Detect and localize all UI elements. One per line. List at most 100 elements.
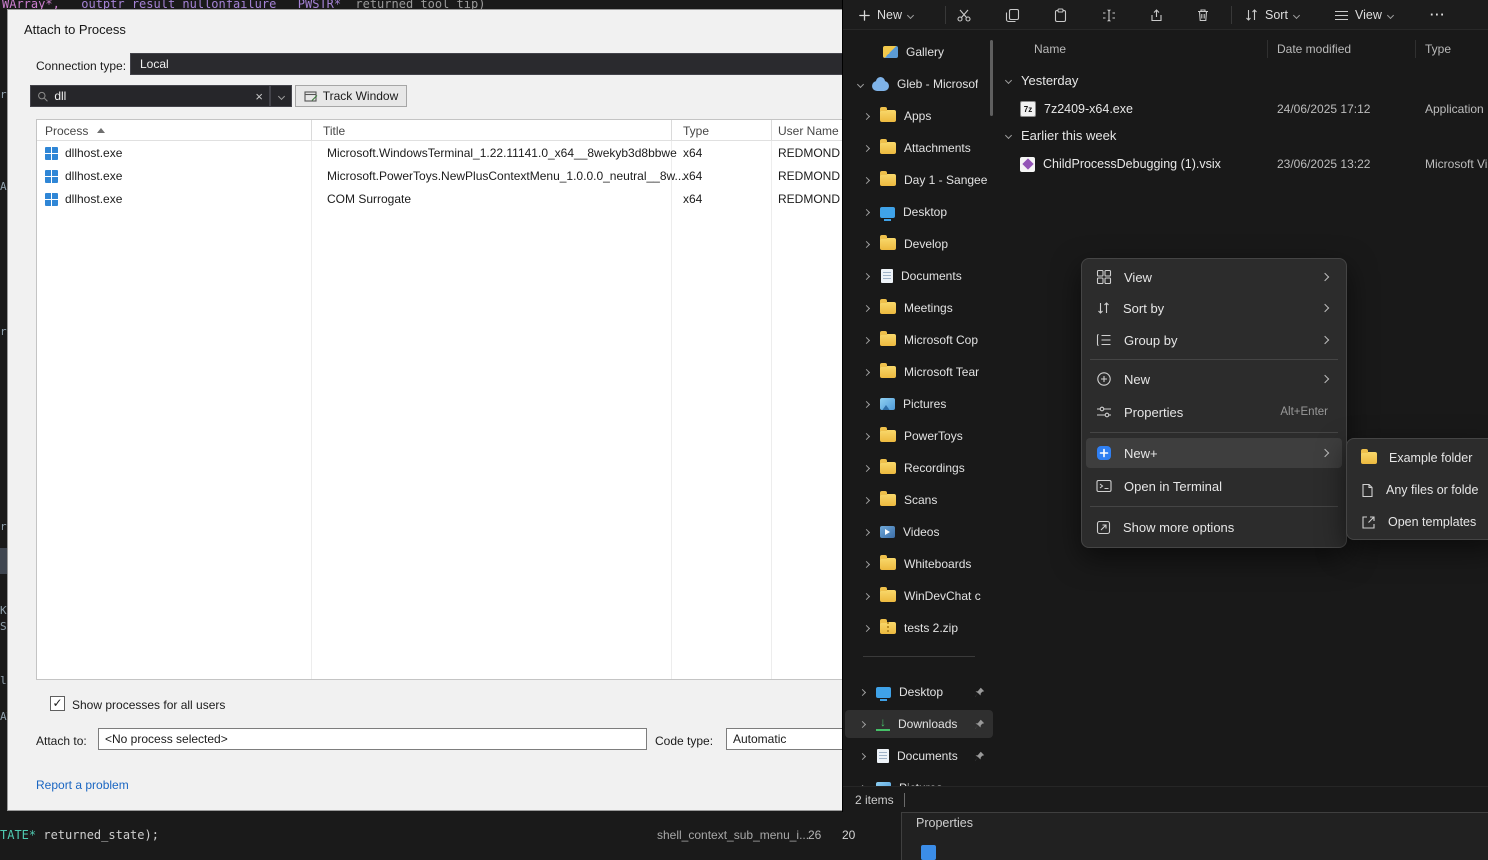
chevron-right-icon[interactable]: [863, 368, 870, 375]
connection-type-combobox[interactable]: Local: [130, 53, 890, 75]
column-type[interactable]: Type: [1425, 42, 1451, 56]
submenu-item-open-templates[interactable]: Open templates: [1351, 507, 1488, 537]
menu-item-sort-by[interactable]: Sort by: [1086, 293, 1342, 323]
nav-item-videos[interactable]: Videos: [845, 518, 993, 546]
nav-item-pinned-desktop[interactable]: Desktop: [845, 678, 993, 706]
chevron-right-icon[interactable]: [863, 144, 870, 151]
column-process[interactable]: Process: [45, 124, 88, 138]
more-options-button[interactable]: ···: [1423, 3, 1453, 27]
attach-to-input[interactable]: [105, 732, 640, 746]
chevron-right-icon[interactable]: [863, 336, 870, 343]
nav-item-onedrive[interactable]: Gleb - Microsof: [845, 70, 993, 98]
menu-separator: [1090, 359, 1338, 360]
nav-item-meetings[interactable]: Meetings: [845, 294, 993, 322]
menu-item-new-plus[interactable]: New+: [1086, 438, 1342, 468]
report-problem-link[interactable]: Report a problem: [36, 778, 129, 792]
chevron-right-icon[interactable]: [863, 528, 870, 535]
nav-item-scans[interactable]: Scans: [845, 486, 993, 514]
chevron-right-icon[interactable]: [859, 688, 866, 695]
chevron-right-icon[interactable]: [863, 176, 870, 183]
submenu-item-example-folder[interactable]: Example folder: [1351, 443, 1488, 473]
file-row-vsix[interactable]: ChildProcessDebugging (1).vsix: [1020, 151, 1221, 177]
file-row-7z[interactable]: 7z 7z2409-x64.exe: [1020, 96, 1133, 122]
column-user-name[interactable]: User Name: [778, 124, 839, 138]
clear-filter-icon[interactable]: ×: [255, 89, 263, 104]
chevron-right-icon[interactable]: [863, 208, 870, 215]
nav-item-desktop[interactable]: Desktop: [845, 198, 993, 226]
nav-item-windevchat[interactable]: WinDevChat c: [845, 582, 993, 610]
chevron-down-icon[interactable]: [1005, 76, 1012, 83]
process-table[interactable]: Process Title Type User Name dllhost.exe…: [36, 119, 906, 680]
nav-item-documents[interactable]: Documents: [845, 262, 993, 290]
chevron-right-icon[interactable]: [863, 624, 870, 631]
paste-button[interactable]: [1046, 3, 1075, 27]
chevron-right-icon[interactable]: [863, 304, 870, 311]
nav-item-tests-zip[interactable]: tests 2.zip: [845, 614, 993, 642]
column-date-modified[interactable]: Date modified: [1277, 42, 1351, 56]
nav-item-apps[interactable]: Apps: [845, 102, 993, 130]
column-name[interactable]: Name: [1034, 42, 1066, 56]
process-filter-input-box[interactable]: ×: [30, 85, 270, 107]
nav-item-pinned-documents[interactable]: Documents: [845, 742, 993, 770]
menu-item-view[interactable]: View: [1086, 262, 1342, 292]
table-row[interactable]: dllhost.exe Microsoft.WindowsTerminal_1.…: [37, 142, 905, 165]
menu-item-open-in-terminal[interactable]: Open in Terminal: [1086, 471, 1342, 501]
nav-item-powertoys[interactable]: PowerToys: [845, 422, 993, 450]
attach-to-field[interactable]: [98, 728, 647, 750]
chevron-right-icon[interactable]: [863, 400, 870, 407]
menu-label: Group by: [1124, 333, 1177, 348]
chevron-down-icon[interactable]: [1005, 131, 1012, 138]
group-header-earlier[interactable]: Earlier this week: [1006, 125, 1116, 145]
submenu-item-any-files[interactable]: Any files or folde: [1351, 475, 1488, 505]
menu-item-properties[interactable]: Properties Alt+Enter: [1086, 397, 1342, 427]
chevron-right-icon[interactable]: [863, 592, 870, 599]
menu-item-group-by[interactable]: Group by: [1086, 325, 1342, 355]
chevron-right-icon[interactable]: [859, 720, 866, 727]
cut-button[interactable]: [949, 3, 979, 27]
chevron-right-icon[interactable]: [863, 112, 870, 119]
nav-item-attachments[interactable]: Attachments: [845, 134, 993, 162]
chevron-right-icon[interactable]: [863, 240, 870, 247]
chevron-right-icon[interactable]: [863, 464, 870, 471]
nav-item-microsoft-cop[interactable]: Microsoft Cop: [845, 326, 993, 354]
delete-button[interactable]: [1189, 3, 1217, 27]
menu-label: View: [1124, 270, 1152, 285]
nav-item-pinned-downloads[interactable]: ↓ Downloads: [845, 710, 993, 738]
new-button[interactable]: New: [851, 3, 920, 27]
chevron-right-icon[interactable]: [863, 432, 870, 439]
menu-shortcut: Alt+Enter: [1280, 406, 1328, 418]
show-all-users-checkbox[interactable]: [50, 696, 65, 711]
column-type[interactable]: Type: [683, 124, 709, 138]
nav-item-whiteboards[interactable]: Whiteboards: [845, 550, 993, 578]
rename-button[interactable]: [1094, 3, 1124, 27]
table-row[interactable]: dllhost.exe COM Surrogate x64 REDMOND: [37, 188, 905, 211]
document-icon: [881, 269, 893, 283]
sort-button[interactable]: Sort: [1237, 3, 1306, 27]
chevron-right-icon[interactable]: [863, 496, 870, 503]
chevron-down-icon[interactable]: [857, 80, 864, 87]
table-row[interactable]: dllhost.exe Microsoft.PowerToys.NewPlusC…: [37, 165, 905, 188]
nav-item-recordings[interactable]: Recordings: [845, 454, 993, 482]
nav-item-day1[interactable]: Day 1 - Sangee: [845, 166, 993, 194]
nav-item-microsoft-tear[interactable]: Microsoft Tear: [845, 358, 993, 386]
nav-item-gallery[interactable]: Gallery: [845, 38, 993, 66]
track-window-button[interactable]: Track Window: [295, 85, 407, 107]
menu-item-show-more-options[interactable]: Show more options: [1086, 512, 1342, 542]
nav-scrollbar[interactable]: [990, 40, 993, 116]
process-table-header[interactable]: Process Title Type User Name: [37, 120, 905, 141]
nav-item-develop[interactable]: Develop: [845, 230, 993, 258]
view-button[interactable]: View: [1327, 3, 1400, 27]
filter-dropdown-button[interactable]: [270, 85, 292, 107]
share-button[interactable]: [1142, 3, 1171, 27]
column-title[interactable]: Title: [323, 124, 345, 138]
chevron-right-icon[interactable]: [863, 272, 870, 279]
desktop-icon: [880, 207, 895, 218]
group-header-yesterday[interactable]: Yesterday: [1006, 70, 1078, 90]
search-icon: [37, 90, 48, 103]
process-filter-input[interactable]: [54, 89, 251, 103]
nav-item-pictures[interactable]: Pictures: [845, 390, 993, 418]
copy-button[interactable]: [998, 3, 1027, 27]
chevron-right-icon[interactable]: [863, 560, 870, 567]
menu-item-new[interactable]: New: [1086, 364, 1342, 394]
chevron-right-icon[interactable]: [859, 752, 866, 759]
